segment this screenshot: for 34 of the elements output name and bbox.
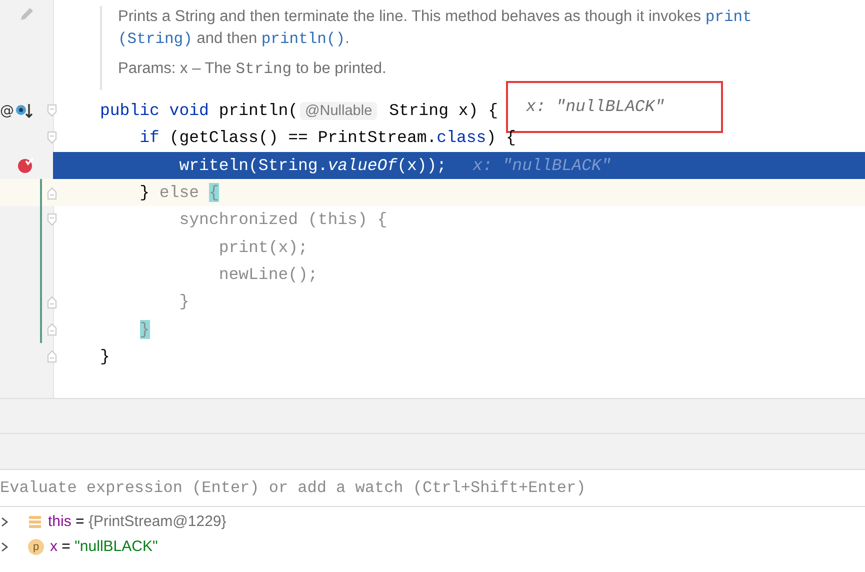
- fold-icon[interactable]: [47, 349, 57, 364]
- code-line: public void println( @Nullable String x) {: [100, 101, 498, 120]
- expand-icon[interactable]: [0, 516, 10, 528]
- code-line: print(x);: [218, 238, 308, 257]
- parameter-icon: p: [28, 538, 44, 554]
- fold-icon[interactable]: [47, 294, 57, 309]
- code-line: if (getClass() == PrintStream.class) {: [138, 128, 516, 148]
- fold-icon[interactable]: [47, 322, 57, 336]
- code-line: } else {: [138, 183, 219, 202]
- fold-icon[interactable]: [47, 212, 57, 227]
- doc-link[interactable]: (String): [118, 30, 192, 48]
- expand-icon[interactable]: [0, 540, 10, 552]
- doc-text: (String) and then println().: [118, 29, 350, 50]
- doc-params: Params: x – The String to be printed.: [118, 59, 388, 80]
- value-hint: x: "nullBLACK": [472, 156, 612, 175]
- code-line: writeln(String.valueOf(x));: [178, 156, 447, 175]
- pencil-icon[interactable]: [18, 6, 34, 22]
- variable-entry[interactable]: x = "nullBLACK": [50, 538, 158, 555]
- code-line: }: [178, 292, 190, 312]
- code-line: }: [100, 346, 110, 366]
- variable-entry[interactable]: this = {PrintStream@1229}: [48, 513, 226, 530]
- code-line: newLine();: [218, 264, 318, 284]
- fold-icon[interactable]: [47, 186, 57, 200]
- code-line: synchronized (this) {: [178, 210, 388, 230]
- doc-link[interactable]: println(): [261, 30, 346, 48]
- fold-icon[interactable]: [47, 104, 57, 118]
- doc-link[interactable]: print: [705, 8, 752, 26]
- annotation-mark[interactable]: @: [0, 102, 14, 119]
- list-icon: [28, 514, 42, 528]
- doc-text: Prints a String and then terminate the line. This method behaves as though it invokes print: [118, 7, 752, 28]
- override-icon[interactable]: [15, 102, 33, 120]
- fold-icon[interactable]: [47, 130, 57, 145]
- breakpoint-icon[interactable]: [17, 156, 35, 174]
- value-hint: x: "nullBLACK": [526, 97, 665, 116]
